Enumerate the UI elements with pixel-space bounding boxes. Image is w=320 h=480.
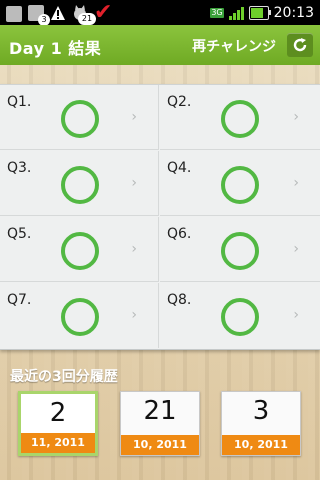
question-cell-q2[interactable]: Q2. › [160,85,320,150]
chevron-right-icon: › [131,307,137,323]
notification-count: 21 [78,12,96,25]
correct-circle-icon [61,100,99,138]
correct-circle-icon [221,100,259,138]
retry-button-label[interactable]: 再チャレンジ [192,36,276,56]
status-bar: 3 21 ✔ 3G 20:13 [0,0,320,26]
chevron-right-icon: › [293,109,299,125]
history-day-number: 3 [252,396,270,426]
refresh-icon [293,38,307,52]
chevron-right-icon: › [293,307,299,323]
bag-icon [6,5,22,22]
chevron-right-icon: › [293,175,299,191]
question-label: Q6. [167,226,192,242]
retry-button[interactable] [287,33,313,57]
page-title: Day 1 結果 [9,39,102,58]
question-label: Q2. [167,94,192,110]
question-cell-q5[interactable]: Q5. › [0,217,159,282]
checkmark-icon: ✔ [94,0,113,25]
bag-icon: 3 [28,4,50,26]
network-3g-icon: 3G [210,7,224,18]
question-grid: Q1. › Q2. › Q3. › Q4. › Q5. › Q6. › Q7. … [0,84,320,350]
history-date: 10, 2011 [121,435,199,455]
correct-circle-icon [221,166,259,204]
history-day-number: 21 [143,396,177,426]
battery-fill [250,7,264,18]
question-label: Q3. [7,160,32,176]
chevron-right-icon: › [293,241,299,257]
question-label: Q7. [7,292,32,308]
history-card[interactable]: 3 10, 2011 [221,391,301,456]
chevron-right-icon: › [131,175,137,191]
warning-icon [50,5,66,21]
question-cell-q7[interactable]: Q7. › [0,283,159,348]
chevron-right-icon: › [131,241,137,257]
question-cell-q3[interactable]: Q3. › [0,151,159,216]
battery-icon [248,5,271,20]
question-cell-q8[interactable]: Q8. › [160,283,320,348]
question-label: Q8. [167,292,192,308]
history-date: 11, 2011 [21,433,95,453]
question-cell-q4[interactable]: Q4. › [160,151,320,216]
correct-circle-icon [221,232,259,270]
clock: 20:13 [273,4,314,21]
question-label: Q5. [7,226,32,242]
question-label: Q1. [7,94,32,110]
correct-circle-icon [61,298,99,336]
history-card[interactable]: 2 11, 2011 [18,391,98,456]
question-cell-q6[interactable]: Q6. › [160,217,320,282]
chevron-right-icon: › [131,109,137,125]
question-label: Q4. [167,160,192,176]
history-title: 最近の3回分履歴 [10,369,118,385]
correct-circle-icon [61,232,99,270]
history-date: 10, 2011 [222,435,300,455]
history-card[interactable]: 21 10, 2011 [120,391,200,456]
correct-circle-icon [61,166,99,204]
notification-count: 3 [38,13,50,26]
cat-notification-icon: 21 [72,4,96,25]
history-day-number: 2 [49,398,67,428]
correct-circle-icon [221,298,259,336]
question-cell-q1[interactable]: Q1. › [0,85,159,150]
app-header: Day 1 結果 再チャレンジ [0,25,320,65]
signal-icon [228,6,244,20]
